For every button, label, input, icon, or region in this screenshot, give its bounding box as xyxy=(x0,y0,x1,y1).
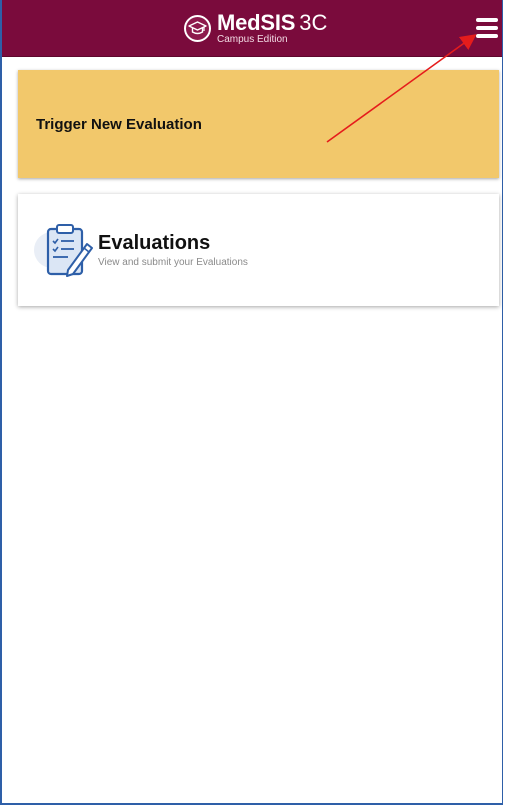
menu-button[interactable] xyxy=(476,18,498,38)
hamburger-menu-icon xyxy=(476,18,498,22)
trigger-new-evaluation-title: Trigger New Evaluation xyxy=(36,115,202,133)
hamburger-menu-icon-bar xyxy=(476,34,498,38)
evaluations-card[interactable]: Evaluations View and submit your Evaluat… xyxy=(18,194,499,306)
brand-subtitle: Campus Edition xyxy=(217,33,288,45)
trigger-new-evaluation-card[interactable]: Trigger New Evaluation xyxy=(18,70,499,178)
brand-version: 3C xyxy=(299,9,328,35)
evaluations-subtitle: View and submit your Evaluations xyxy=(98,257,248,268)
brand-logo-group[interactable]: MedSIS 3C Campus Edition xyxy=(184,8,327,48)
hamburger-menu-icon-bar xyxy=(476,26,498,30)
evaluations-text: Evaluations View and submit your Evaluat… xyxy=(98,232,248,268)
graduation-cap-icon xyxy=(184,14,211,42)
clipboard-pencil-icon xyxy=(32,220,98,280)
brand-text: MedSIS 3C Campus Edition xyxy=(217,9,328,45)
app-header: MedSIS 3C Campus Edition xyxy=(2,0,502,57)
brand-name: MedSIS xyxy=(217,9,296,35)
evaluations-title: Evaluations xyxy=(98,232,211,254)
